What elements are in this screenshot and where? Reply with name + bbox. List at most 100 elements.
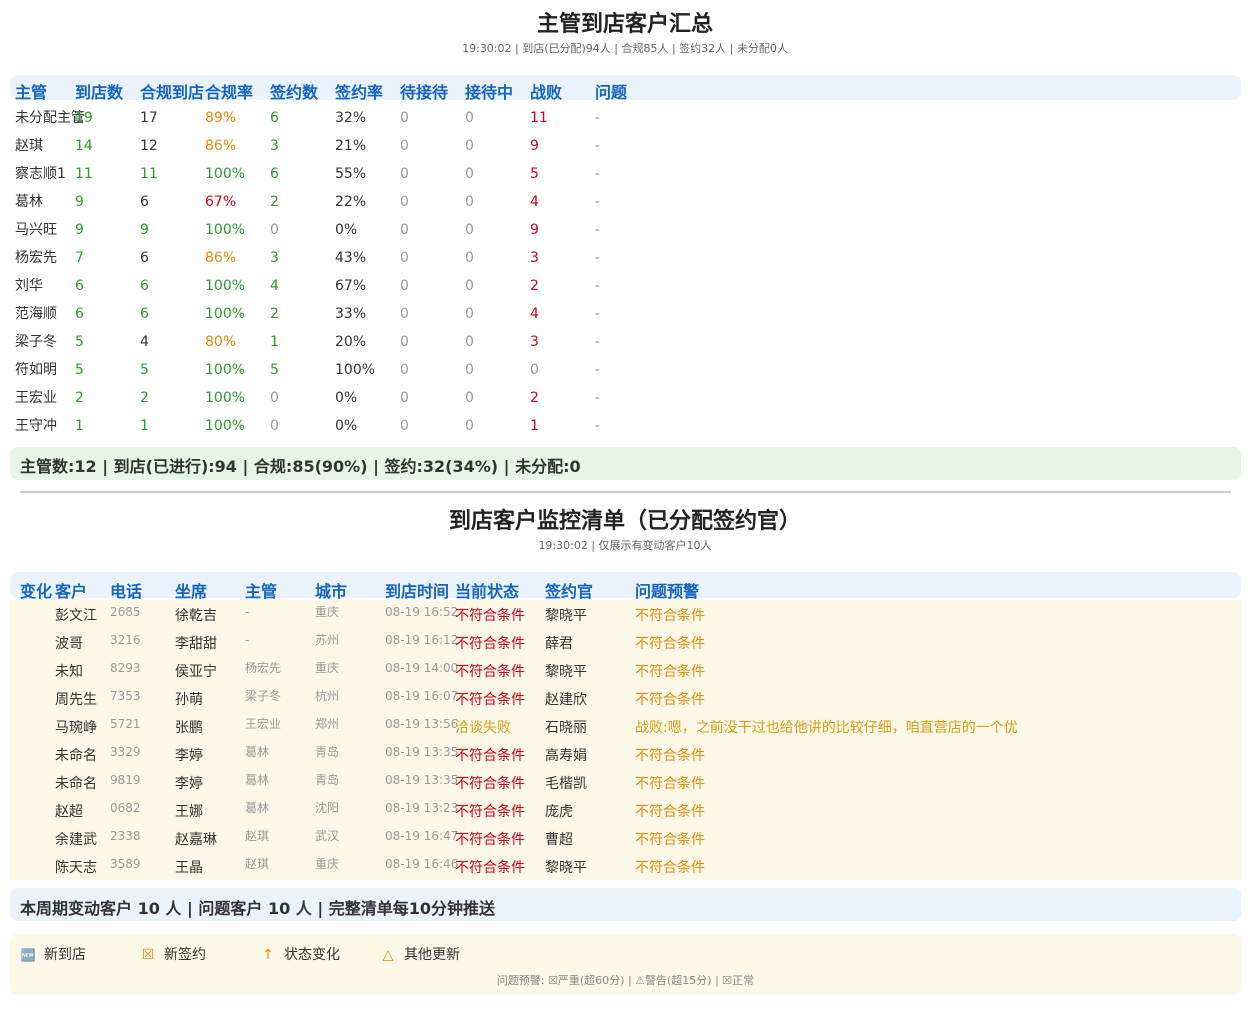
col-header-officer[interactable]: 签约官 [545, 578, 593, 602]
col-header-manager[interactable]: 主管 [245, 578, 277, 602]
cell-status: 不符合条件 [455, 860, 525, 876]
cell-warning: 不符合条件 [635, 636, 705, 652]
col-header-waiting[interactable]: 待接待 [400, 79, 448, 103]
summary-row[interactable]: 梁子冬 5 4 80% 1 20% 0 0 3 - [10, 328, 1241, 356]
monitor-row[interactable]: 未命名 9819 李婷 葛林 青岛 08-19 13:35 不符合条件 毛楷凯 不符合条件 [10, 770, 1241, 798]
monitor-row[interactable]: 彭文江 2685 徐乾吉 - 重庆 08-19 16:52 不符合条件 黎晓平 不符合条件 [10, 602, 1241, 630]
summary-row[interactable]: 马兴旺 9 9 100% 0 0% 0 0 9 - [10, 216, 1241, 244]
cell-officer: 庞虎 [545, 804, 573, 820]
cell-supervisor: 王守冲 [15, 418, 57, 434]
monitor-row[interactable]: 未命名 3329 李婷 葛林 青岛 08-19 13:35 不符合条件 高寿娟 不符合条件 [10, 742, 1241, 770]
cell-manager: 葛林 [245, 745, 270, 759]
col-header-arrivals[interactable]: 到店数 [75, 79, 123, 103]
cell-serving: 0 [465, 306, 474, 322]
cell-lost: 11 [530, 110, 548, 126]
summary-row[interactable]: 杨宏先 7 6 86% 3 43% 0 0 3 - [10, 244, 1241, 272]
cell-phone: 2685 [110, 605, 141, 619]
summary-row[interactable]: 范海顺 6 6 100% 2 33% 0 0 4 - [10, 300, 1241, 328]
cell-officer: 黎晓平 [545, 860, 587, 876]
summary-row[interactable]: 未分配主管 19 17 89% 6 32% 0 0 11- [10, 104, 1241, 132]
cell-sign-rate: 67% [335, 278, 367, 294]
col-header-agent[interactable]: 坐席 [175, 578, 207, 602]
cell-issue: - [595, 362, 601, 378]
cell-phone: 5721 [110, 717, 141, 731]
col-header-supervisor[interactable]: 主管 [15, 79, 47, 103]
cell-compliant: 4 [140, 334, 149, 350]
cell-officer: 毛楷凯 [545, 776, 587, 792]
col-header-sign-rate[interactable]: 签约率 [335, 79, 383, 103]
cell-serving: 0 [465, 250, 474, 266]
col-header-compliant[interactable]: 合规到店 [140, 79, 204, 103]
cell-status: 不符合条件 [455, 748, 525, 764]
cell-phone: 3216 [110, 633, 141, 647]
cell-issue: - [595, 306, 601, 322]
col-header-warning[interactable]: 问题预警 [635, 578, 699, 602]
cell-phone: 0682 [110, 801, 141, 815]
cell-issue: - [595, 138, 601, 154]
cell-lost: 5 [530, 166, 539, 182]
cell-serving: 0 [465, 138, 474, 154]
cell-compliance-rate: 100% [205, 278, 246, 294]
col-header-customer[interactable]: 客户 [55, 578, 87, 602]
col-header-serving[interactable]: 接待中 [465, 79, 513, 103]
cell-sign-rate: 32% [335, 110, 367, 126]
cell-agent: 李甜甜 [175, 636, 217, 652]
cell-manager: 赵琪 [245, 857, 270, 871]
summary-row[interactable]: 赵琪 14 12 86% 3 21% 0 0 9 - [10, 132, 1241, 160]
cell-arrival-time: 08-19 16:52 [385, 605, 459, 619]
cell-signed: 6 [270, 166, 279, 182]
cell-status: 不符合条件 [455, 776, 525, 792]
summary-totals-bar: 主管数:12 | 到店(已进行):94 | 合规:85(90%) | 签约:32… [10, 447, 1241, 480]
col-header-change[interactable]: 变化 [20, 578, 52, 602]
new-icon: 🆕 [20, 948, 36, 962]
cell-arrivals: 5 [75, 334, 84, 350]
col-header-status[interactable]: 当前状态 [455, 578, 519, 602]
monitor-row[interactable]: 余建武 2338 赵嘉琳 赵琪 武汉 08-19 16:47 不符合条件 曹超 不符合条件 [10, 826, 1241, 854]
monitor-row[interactable]: 赵超 0682 王娜 葛林 沈阳 08-19 13:23 不符合条件 庞虎 不符合条件 [10, 798, 1241, 826]
cell-compliance-rate: 100% [205, 222, 246, 238]
cell-agent: 王娜 [175, 804, 203, 820]
cell-signed: 0 [270, 222, 279, 238]
cell-issue: - [595, 166, 601, 182]
cell-supervisor: 王宏业 [15, 390, 57, 406]
cell-compliance-rate: 89% [205, 110, 237, 126]
cell-status: 洽谈失败 [455, 720, 511, 736]
cell-compliant: 9 [140, 222, 149, 238]
monitor-row[interactable]: 未知 8293 侯亚宁 杨宏先 重庆 08-19 14:00 不符合条件 黎晓平 不符合条件 [10, 658, 1241, 686]
col-header-compliance-rate[interactable]: 合规率 [205, 79, 253, 103]
summary-row[interactable]: 葛林 9 6 67% 2 22% 0 0 4 - [10, 188, 1241, 216]
cell-supervisor: 察志顺1 [15, 166, 66, 182]
cell-phone: 8293 [110, 661, 141, 675]
cell-supervisor: 马兴旺 [15, 222, 57, 238]
cell-phone: 2338 [110, 829, 141, 843]
monitor-row[interactable]: 陈天志 3589 王晶 赵琪 重庆 08-19 16:46 不符合条件 黎晓平 不符合条件 [10, 854, 1241, 882]
cell-signed: 3 [270, 138, 279, 154]
summary-row[interactable]: 符如明 5 5 100% 5 100% 0 0 0 - [10, 356, 1241, 384]
monitor-row[interactable]: 周先生 7353 孙萌 梁子冬 杭州 08-19 16:07 不符合条件 赵建欣 不符合条件 [10, 686, 1241, 714]
summary-row[interactable]: 刘华 6 6 100% 4 67% 0 0 2 - [10, 272, 1241, 300]
cell-warning: 不符合条件 [635, 776, 705, 792]
cell-waiting: 0 [400, 418, 409, 434]
summary-row[interactable]: 王守冲 1 1 100% 0 0% 0 0 1 - [10, 412, 1241, 440]
cell-signed: 2 [270, 194, 279, 210]
cell-city: 重庆 [315, 605, 340, 619]
cell-waiting: 0 [400, 334, 409, 350]
cell-signed: 2 [270, 306, 279, 322]
cell-sign-rate: 0% [335, 390, 358, 406]
col-header-signed[interactable]: 签约数 [270, 79, 318, 103]
cell-issue: - [595, 250, 601, 266]
col-header-lost[interactable]: 战败 [530, 79, 562, 103]
cell-supervisor: 葛林 [15, 194, 43, 210]
cell-waiting: 0 [400, 166, 409, 182]
cell-signed: 6 [270, 110, 279, 126]
summary-row[interactable]: 察志顺1 11 11 100% 6 55% 0 0 5 - [10, 160, 1241, 188]
cell-issue: - [595, 110, 601, 126]
cell-supervisor: 杨宏先 [15, 250, 57, 266]
cell-officer: 薛君 [545, 636, 573, 652]
cell-arrivals: 2 [75, 390, 84, 406]
monitor-row[interactable]: 波哥 3216 李甜甜 - 苏州 08-19 16:12 不符合条件 薛君 不符合条件 [10, 630, 1241, 658]
summary-row[interactable]: 王宏业 2 2 100% 0 0% 0 0 2 - [10, 384, 1241, 412]
cell-arrival-time: 08-19 16:47 [385, 829, 459, 843]
monitor-row[interactable]: 马琬峥 5721 张鹏 王宏业 郑州 08-19 13:56 洽谈失败 石晓丽 战败:嗯，之前没… [10, 714, 1241, 742]
col-header-issue[interactable]: 问题 [595, 79, 627, 103]
